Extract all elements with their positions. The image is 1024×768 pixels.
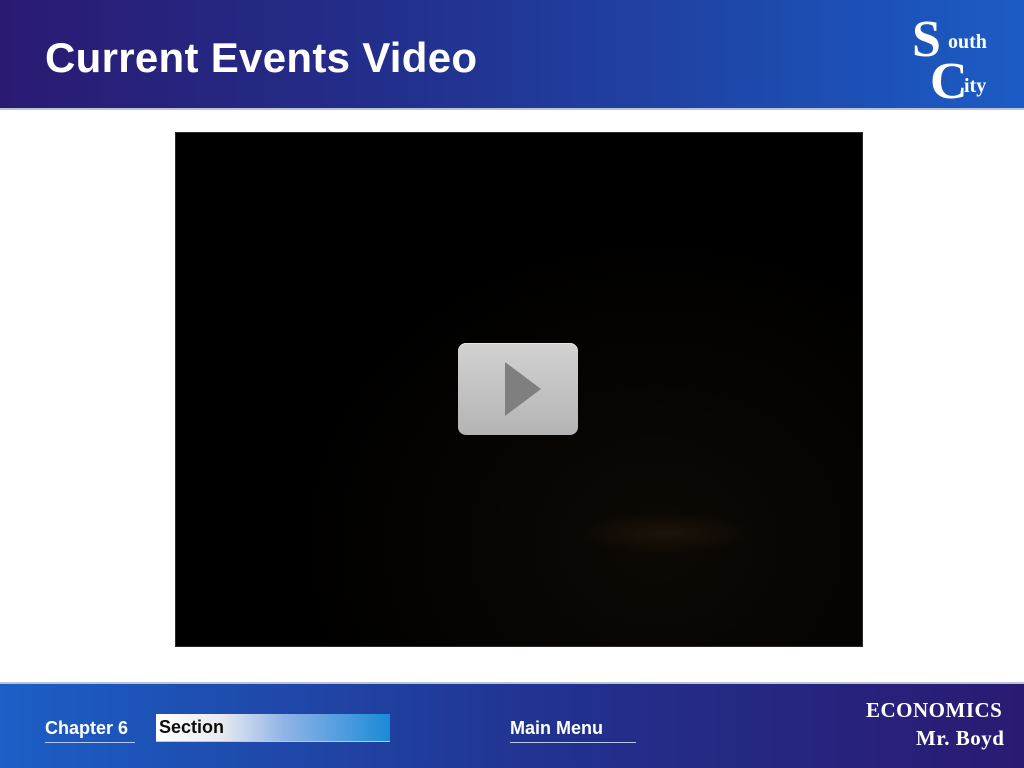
logo-text-ity: ity bbox=[964, 75, 987, 97]
logo-text-outh: outh bbox=[948, 31, 987, 53]
south-city-logo: S outh C ity bbox=[912, 12, 1012, 108]
play-icon bbox=[505, 362, 541, 416]
chapter-link[interactable]: Chapter 6 bbox=[45, 718, 135, 743]
brand-teacher: Mr. Boyd bbox=[916, 726, 1005, 750]
video-player[interactable] bbox=[176, 133, 862, 646]
economics-brand-logo: ECONOMICS Mr. Boyd bbox=[866, 698, 1016, 758]
slide-footer: Chapter 6 Section Main Menu ECONOMICS Mr… bbox=[0, 682, 1024, 768]
slide-header: Current Events Video S outh C ity bbox=[0, 0, 1024, 110]
brand-subject: ECONOMICS bbox=[866, 698, 1003, 722]
section-link[interactable]: Section bbox=[156, 714, 390, 742]
slide-title: Current Events Video bbox=[45, 34, 478, 81]
video-frame-detail bbox=[576, 513, 756, 553]
main-menu-link[interactable]: Main Menu bbox=[510, 718, 636, 743]
logo-letter-c: C bbox=[930, 53, 968, 110]
play-button[interactable] bbox=[458, 343, 578, 435]
